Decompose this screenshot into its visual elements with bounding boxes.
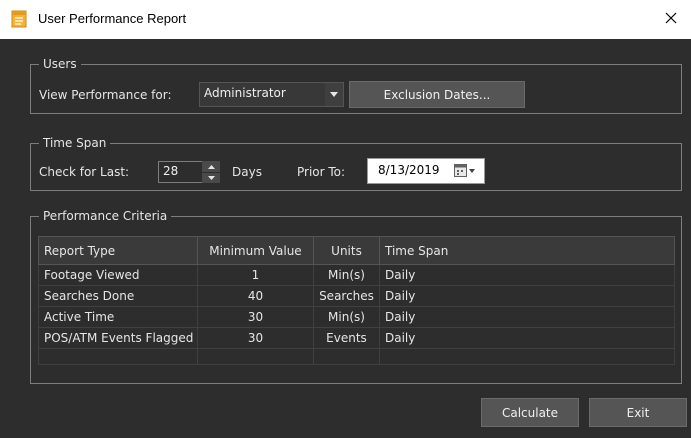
report-type-cell: Active Time xyxy=(38,306,198,328)
report-type-cell: Footage Viewed xyxy=(38,264,198,286)
prior-to-date-picker[interactable]: 8/13/2019 xyxy=(367,158,485,184)
user-dropdown-value: Administrator xyxy=(204,86,286,100)
days-label: Days xyxy=(232,165,262,179)
table-row[interactable]: POS/ATM Events Flagged 30 Events Daily xyxy=(38,327,675,349)
units-cell: Min(s) xyxy=(313,306,380,328)
column-header-units[interactable]: Units xyxy=(313,236,380,265)
column-header-time-span[interactable]: Time Span xyxy=(379,236,675,265)
empty-cell xyxy=(379,348,675,365)
minimum-value-cell[interactable]: 40 xyxy=(197,285,314,307)
users-legend: Users xyxy=(39,56,81,72)
table-row[interactable]: Searches Done 40 Searches Daily xyxy=(38,285,675,307)
time-span-cell: Daily xyxy=(379,264,675,286)
empty-table-row[interactable] xyxy=(38,348,675,365)
empty-cell xyxy=(38,348,198,365)
table-row[interactable]: Active Time 30 Min(s) Daily xyxy=(38,306,675,328)
prior-to-date-value: 8/13/2019 xyxy=(378,163,440,177)
user-dropdown[interactable]: Administrator xyxy=(199,82,344,107)
minimum-value-cell[interactable]: 30 xyxy=(197,306,314,328)
criteria-table[interactable]: Report Type Minimum Value Units Time Spa… xyxy=(38,236,675,365)
report-type-cell: Searches Done xyxy=(38,285,198,307)
column-header-report-type[interactable]: Report Type xyxy=(38,236,198,265)
title-bar[interactable]: User Performance Report xyxy=(0,0,691,39)
close-button[interactable] xyxy=(651,0,691,39)
view-performance-label: View Performance for: xyxy=(39,88,172,102)
empty-cell xyxy=(197,348,314,365)
table-header-row: Report Type Minimum Value Units Time Spa… xyxy=(38,236,675,265)
minimum-value-cell[interactable]: 1 xyxy=(197,264,314,286)
window-title: User Performance Report xyxy=(38,11,187,26)
minimum-value-cell[interactable]: 30 xyxy=(197,327,314,349)
performance-criteria-group: Performance Criteria Report Type Minimum… xyxy=(30,208,682,384)
time-span-cell: Daily xyxy=(379,285,675,307)
check-for-last-label: Check for Last: xyxy=(39,165,130,179)
prior-to-label: Prior To: xyxy=(297,165,346,179)
exit-button[interactable]: Exit xyxy=(589,398,687,427)
notepad-icon xyxy=(11,10,27,28)
time-span-cell: Daily xyxy=(379,306,675,328)
users-group: Users View Performance for: Administrato… xyxy=(30,56,682,114)
column-header-minimum-value[interactable]: Minimum Value xyxy=(197,236,314,265)
user-performance-report-window: User Performance Report Users View Perfo… xyxy=(0,0,691,438)
table-row[interactable]: Footage Viewed 1 Min(s) Daily xyxy=(38,264,675,286)
check-days-value: 28 xyxy=(163,164,179,178)
exclusion-dates-button[interactable]: Exclusion Dates... xyxy=(349,81,525,108)
calculate-button[interactable]: Calculate xyxy=(481,398,579,427)
units-cell: Events xyxy=(313,327,380,349)
close-icon xyxy=(665,12,677,27)
calendar-icon[interactable] xyxy=(454,164,478,181)
empty-cell xyxy=(313,348,380,365)
stepper-down-icon[interactable] xyxy=(202,172,220,183)
report-type-cell: POS/ATM Events Flagged xyxy=(38,327,198,349)
time-span-legend: Time Span xyxy=(39,135,111,151)
check-days-input[interactable]: 28 xyxy=(158,161,204,183)
units-cell: Min(s) xyxy=(313,264,380,286)
days-stepper[interactable] xyxy=(202,161,220,183)
time-span-group: Time Span Check for Last: 28 Days Prior … xyxy=(30,135,682,191)
time-span-cell: Daily xyxy=(379,327,675,349)
units-cell: Searches xyxy=(313,285,380,307)
chevron-down-icon[interactable] xyxy=(325,83,343,106)
performance-criteria-legend: Performance Criteria xyxy=(39,208,172,224)
